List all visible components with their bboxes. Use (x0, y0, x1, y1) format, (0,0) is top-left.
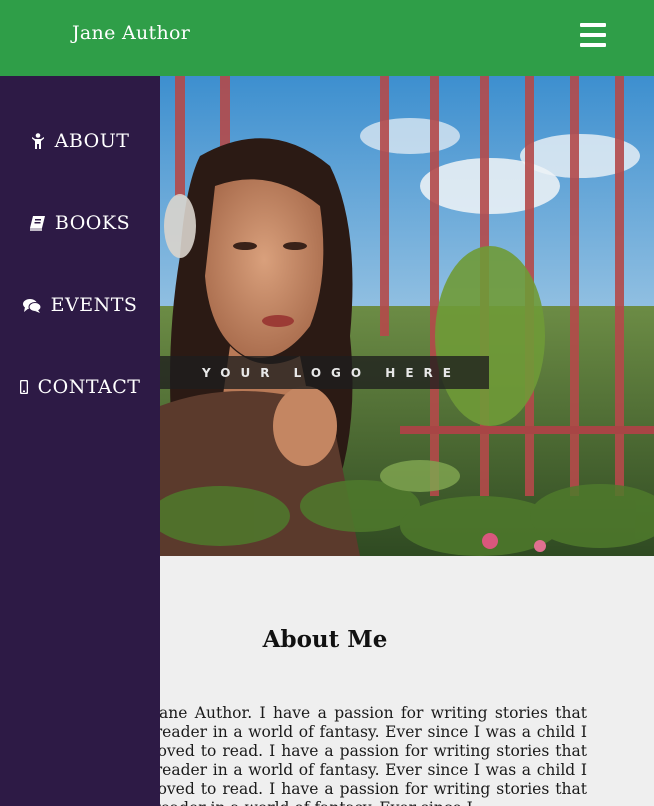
about-title: About Me (262, 626, 388, 653)
logo-placeholder: YOUR LOGO HERE (160, 356, 489, 389)
sidebar-item-label: CONTACT (37, 376, 141, 398)
sidebar-item-contact[interactable]: CONTACT (0, 367, 160, 407)
sidebar-item-books[interactable]: BOOKS (0, 203, 160, 243)
mobile-phone-icon (19, 380, 28, 394)
sidebar-nav: ABOUT BOOKS EVENTS CONTACT (0, 76, 160, 806)
hero-image (160, 76, 654, 556)
sidebar-item-about[interactable]: ABOUT (0, 121, 160, 161)
sidebar-item-label: ABOUT (54, 130, 130, 152)
comments-icon (22, 298, 41, 313)
about-section: About Me My name is Jane Author. I have … (160, 556, 654, 806)
sidebar-item-label: BOOKS (54, 212, 131, 234)
book-icon (29, 215, 45, 231)
about-body: My name is Jane Author. I have a passion… (160, 704, 587, 806)
hamburger-menu-icon[interactable] (576, 20, 610, 52)
sidebar-item-events[interactable]: EVENTS (0, 285, 160, 325)
sidebar-item-label: EVENTS (50, 294, 138, 316)
top-navbar: Jane Author (0, 0, 654, 76)
person-icon (31, 133, 45, 149)
site-brand[interactable]: Jane Author (72, 22, 190, 44)
